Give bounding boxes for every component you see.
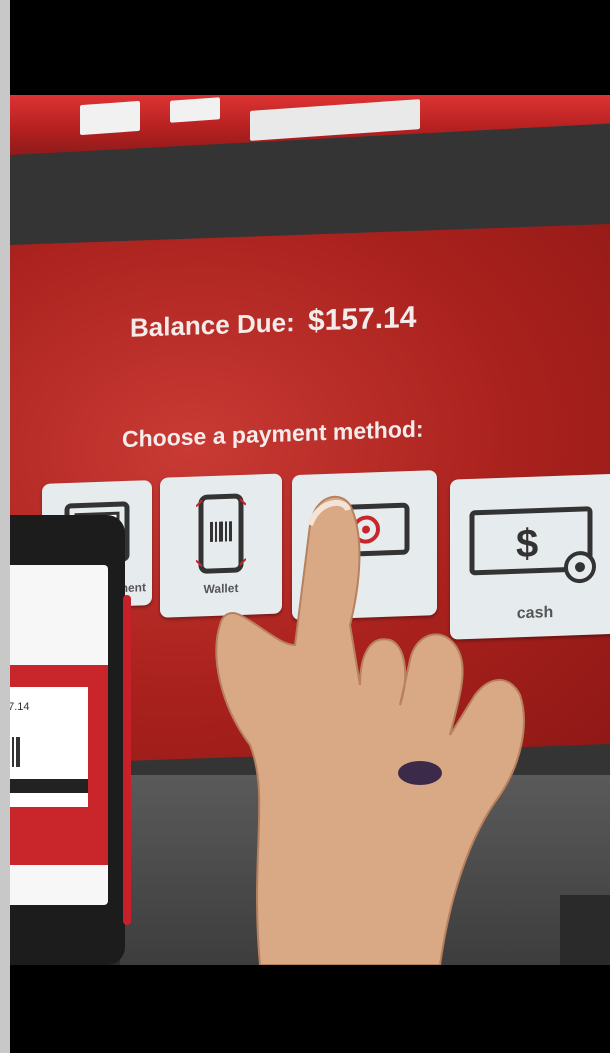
keypad bbox=[560, 895, 610, 965]
balance-amount: $157.14 bbox=[307, 300, 417, 338]
phone-screen: 57.14 bbox=[10, 565, 108, 905]
ring-icon bbox=[398, 761, 442, 785]
payment-prompt: Choose a payment method: bbox=[122, 415, 424, 453]
smartphone: 57.14 bbox=[10, 515, 131, 965]
hand bbox=[215, 495, 525, 965]
phone-amount: 57.14 bbox=[10, 701, 30, 713]
wallet-card-body: 57.14 bbox=[10, 687, 88, 807]
phone-case-edge bbox=[123, 595, 131, 925]
black-bar bbox=[10, 779, 88, 793]
balance-due: Balance Due: $157.14 bbox=[130, 301, 416, 345]
price-tag bbox=[80, 100, 140, 136]
photo: Balance Due: $157.14 Choose a payment me… bbox=[10, 95, 610, 965]
left-border-strip bbox=[0, 0, 10, 1053]
balance-label: Balance Due: bbox=[130, 307, 295, 343]
price-tag bbox=[170, 97, 220, 123]
barcode-icon bbox=[12, 737, 20, 767]
wallet-card: 57.14 bbox=[10, 665, 108, 865]
